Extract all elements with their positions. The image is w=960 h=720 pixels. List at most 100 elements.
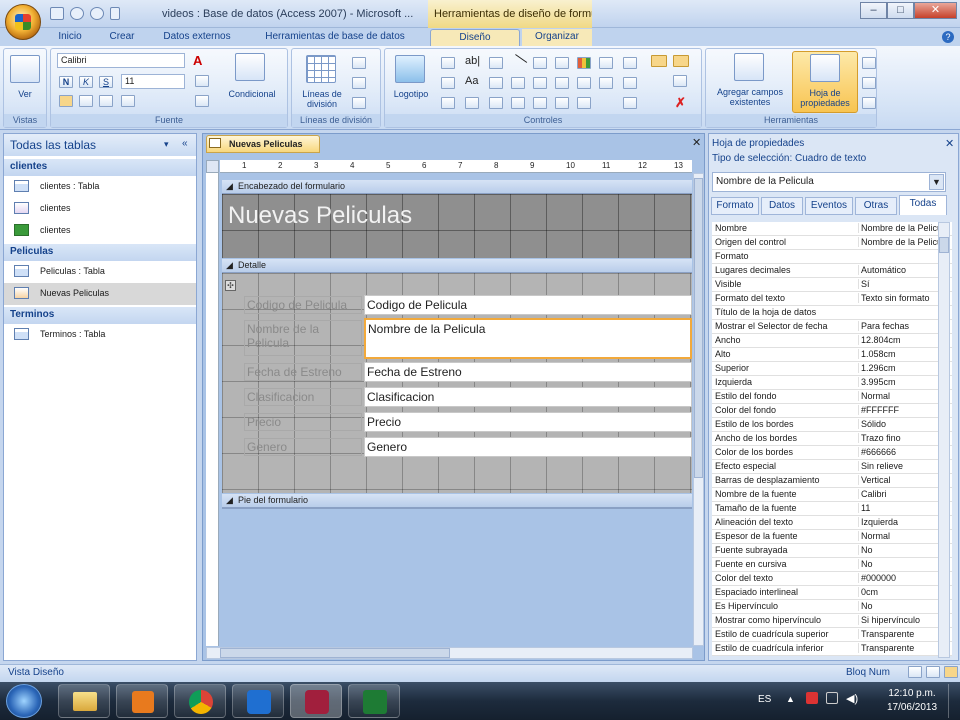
property-row[interactable]: Título de la hoja de datos: [712, 306, 952, 320]
line-thickness-icon[interactable]: [352, 57, 366, 69]
minimize-button[interactable]: –: [860, 2, 887, 19]
chevron-down-icon[interactable]: ▾: [164, 139, 169, 150]
property-value[interactable]: Trazo fino: [858, 433, 940, 443]
toggle-control-icon[interactable]: [555, 97, 569, 109]
property-value[interactable]: Normal: [858, 531, 940, 541]
condicional-button[interactable]: Condicional: [219, 89, 285, 99]
property-row[interactable]: Estilo del fondo Normal: [712, 390, 952, 404]
property-row[interactable]: Visible Sí: [712, 278, 952, 292]
document-tab[interactable]: Nuevas Peliculas: [206, 135, 320, 153]
close-button[interactable]: ✕: [914, 2, 957, 19]
date-time-icon[interactable]: [441, 97, 455, 109]
add-fields-icon[interactable]: [734, 53, 764, 81]
field-control[interactable]: Clasificacion: [364, 387, 692, 407]
property-row[interactable]: Lugares decimales Automático: [712, 264, 952, 278]
property-value[interactable]: Transparente: [858, 643, 940, 653]
property-row[interactable]: Nombre de la fuente Calibri: [712, 488, 952, 502]
property-row[interactable]: Nombre Nombre de la Pelicula: [712, 222, 952, 236]
field-label[interactable]: Precio: [244, 413, 362, 431]
customize-toolbar-icon[interactable]: [110, 7, 120, 20]
field-label[interactable]: Nombre de la Pelicula: [244, 320, 362, 356]
nav-group-terminos[interactable]: Terminos: [4, 307, 196, 324]
property-value[interactable]: #FFFFFF: [858, 405, 940, 415]
property-row[interactable]: Estilo de cuadrícula superior Transparent…: [712, 628, 952, 642]
tray-arrow-icon[interactable]: ▲: [786, 694, 795, 704]
conditional-format-icon[interactable]: [235, 53, 265, 81]
property-row[interactable]: Estilo de cuadrícula inferior Transparent…: [712, 642, 952, 656]
design-view-icon[interactable]: [944, 666, 958, 678]
title-control-icon[interactable]: [441, 57, 455, 69]
label-control-icon[interactable]: Aa: [465, 75, 478, 87]
property-value[interactable]: #666666: [858, 447, 940, 457]
gridlines-icon[interactable]: [306, 55, 336, 83]
field-control[interactable]: Genero: [364, 437, 692, 457]
tab-formato[interactable]: Formato: [711, 197, 759, 215]
property-value[interactable]: Vertical: [858, 475, 940, 485]
property-row[interactable]: Fuente subrayada No: [712, 544, 952, 558]
property-row[interactable]: Ancho 12.804cm: [712, 334, 952, 348]
property-value[interactable]: 3.995cm: [858, 377, 940, 387]
tab-datos-externos[interactable]: Datos externos: [152, 29, 242, 46]
form-view-icon[interactable]: [908, 666, 922, 678]
tab-otras[interactable]: Otras: [855, 197, 897, 215]
line-color-icon[interactable]: [352, 97, 366, 109]
property-value[interactable]: Si hipervínculo: [858, 615, 940, 625]
nav-item[interactable]: Nuevas Peliculas: [4, 283, 196, 305]
property-value[interactable]: Sin relieve: [858, 461, 940, 471]
taskbar-app[interactable]: [232, 684, 284, 718]
property-value[interactable]: No: [858, 559, 940, 569]
property-value[interactable]: Nombre de la Pelicula: [858, 237, 940, 247]
property-row[interactable]: Alineación del texto Izquierda: [712, 516, 952, 530]
bound-object-icon[interactable]: [599, 77, 613, 89]
form-title-label[interactable]: Nuevas Peliculas: [228, 202, 412, 230]
property-value[interactable]: 12.804cm: [858, 335, 940, 345]
property-row[interactable]: Efecto especial Sin relieve: [712, 460, 952, 474]
taskbar-app[interactable]: [174, 684, 226, 718]
clock-date[interactable]: 17/06/2013: [880, 702, 944, 713]
subform-control-icon[interactable]: [511, 97, 525, 109]
help-icon[interactable]: ?: [942, 31, 954, 43]
property-row[interactable]: Espaciado interlineal 0cm: [712, 586, 952, 600]
line-control-icon[interactable]: [508, 54, 528, 72]
tab-herramientas-bd[interactable]: Herramientas de base de datos: [250, 29, 420, 46]
nav-item[interactable]: clientes: [4, 220, 196, 242]
tab-eventos[interactable]: Eventos: [805, 197, 853, 215]
start-button[interactable]: [6, 684, 42, 718]
property-row[interactable]: Color del texto #000000: [712, 572, 952, 586]
tab-crear[interactable]: Crear: [100, 29, 144, 46]
collapse-pane-icon[interactable]: «: [182, 138, 188, 149]
code-icon[interactable]: [862, 77, 876, 89]
tab-order-icon[interactable]: [862, 57, 876, 69]
property-row[interactable]: Ancho de los bordes Trazo fino: [712, 432, 952, 446]
property-row[interactable]: Mostrar como hipervínculo Si hipervínculo: [712, 614, 952, 628]
option-group-icon[interactable]: [489, 97, 503, 109]
nav-item[interactable]: Terminos : Tabla: [4, 324, 196, 346]
align-right-icon[interactable]: [99, 95, 113, 107]
property-value[interactable]: No: [858, 545, 940, 555]
layout-view-icon[interactable]: [926, 666, 940, 678]
property-value[interactable]: Sí: [858, 279, 940, 289]
agregar-campos-button[interactable]: Agregar campos existentes: [708, 87, 792, 107]
ver-button[interactable]: Ver: [4, 89, 46, 99]
tab-diseno[interactable]: Diseño: [430, 29, 520, 46]
property-value[interactable]: 0cm: [858, 587, 940, 597]
taskbar-app[interactable]: [348, 684, 400, 718]
line-color-ctrl-icon[interactable]: [623, 97, 637, 109]
tab-inicio[interactable]: Inicio: [50, 29, 90, 46]
property-row[interactable]: Origen del control Nombre de la Pelicula: [712, 236, 952, 250]
scroll-thumb[interactable]: [694, 178, 703, 478]
control-selector[interactable]: Nombre de la Pelicula: [712, 172, 946, 192]
flag-icon[interactable]: [806, 692, 818, 704]
section-form-header[interactable]: Encabezado del formulario: [222, 180, 692, 194]
property-value[interactable]: Transparente: [858, 629, 940, 639]
hoja-propiedades-button[interactable]: Hoja de propiedades: [792, 51, 858, 113]
property-row[interactable]: Alto 1.058cm: [712, 348, 952, 362]
clock-time[interactable]: 12:10 p.m.: [880, 688, 944, 699]
taskbar-app[interactable]: [116, 684, 168, 718]
tab-organizar[interactable]: Organizar: [522, 29, 592, 46]
section-detail[interactable]: Detalle: [222, 259, 692, 273]
radio-control-icon[interactable]: [533, 97, 547, 109]
line-type-icon[interactable]: [352, 77, 366, 89]
nav-group-clientes[interactable]: clientes: [4, 159, 196, 176]
nav-item[interactable]: clientes : Tabla: [4, 176, 196, 198]
